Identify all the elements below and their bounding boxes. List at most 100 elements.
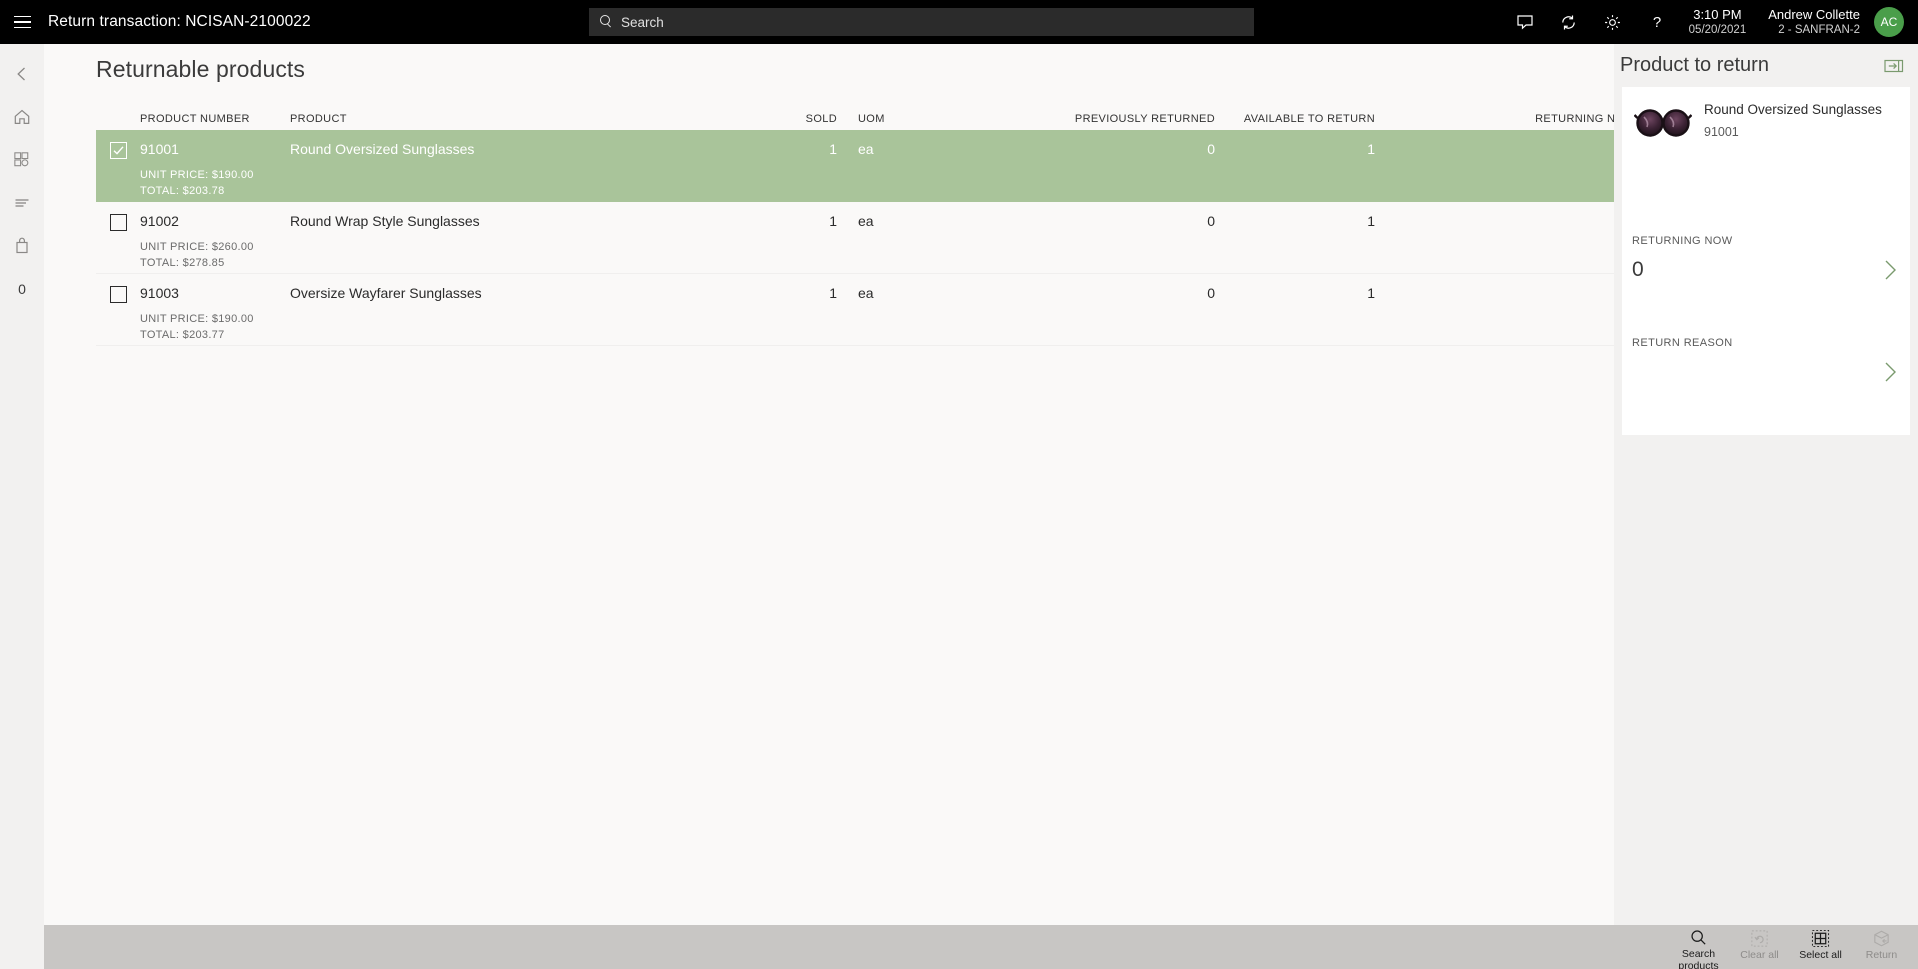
cell-previously-returned: 0 [965, 130, 1215, 202]
sold-value: 1 [829, 285, 837, 301]
settings-icon[interactable] [1591, 0, 1635, 44]
cell-sold: 1 [725, 130, 845, 202]
return-reason-label: RETURN REASON [1632, 337, 1733, 349]
previously-returned-value: 0 [1207, 141, 1215, 157]
hamburger-icon[interactable] [0, 0, 44, 44]
page-transaction-title: Return transaction: NCISAN-2100022 [48, 13, 311, 30]
row-checkbox[interactable] [109, 286, 127, 303]
row-checkbox[interactable] [109, 142, 127, 159]
pos-return-screen: Return transaction: NCISAN-2100022 Searc… [0, 0, 1918, 969]
panel-card: Round Oversized Sunglasses 91001 RETURNI… [1622, 87, 1910, 435]
price-details: UNIT PRICE: $190.00 TOTAL: $203.77 [140, 312, 290, 344]
cell-product: Oversize Wayfarer Sunglasses [290, 274, 725, 345]
returning-now-row[interactable]: 0 [1632, 251, 1900, 289]
search-products-label: Search products [1678, 948, 1719, 969]
row-checkbox-cell [96, 130, 140, 202]
cell-returning-now: 0 [1375, 202, 1635, 273]
bottom-action-bar: Search products Clear all Select all Ret… [44, 925, 1918, 969]
total-price: TOTAL: $203.78 [140, 184, 225, 197]
price-details: UNIT PRICE: $190.00 TOTAL: $203.78 [140, 168, 290, 200]
cell-product-number: 91001 UNIT PRICE: $190.00 TOTAL: $203.78 [140, 130, 290, 202]
available-to-return-value: 1 [1367, 285, 1375, 301]
left-navigation-rail: 0 [0, 44, 44, 925]
message-icon[interactable] [1503, 0, 1547, 44]
clear-icon [1750, 928, 1769, 948]
selected-product-name: Round Oversized Sunglasses [1704, 102, 1882, 117]
total-price: TOTAL: $203.77 [140, 328, 225, 341]
cell-available-to-return: 1 [1215, 274, 1375, 345]
home-icon[interactable] [0, 95, 44, 138]
returning-now-field: RETURNING NOW 0 [1632, 235, 1900, 289]
current-date: 05/20/2021 [1688, 23, 1747, 36]
previously-returned-value: 0 [1207, 213, 1215, 229]
search-icon [1689, 928, 1708, 947]
expand-panel-icon[interactable] [1884, 59, 1904, 73]
sync-icon[interactable] [1547, 0, 1591, 44]
header-previously-returned: PREVIOUSLY RETURNED [1074, 113, 1215, 125]
search-input[interactable]: Search [589, 8, 1254, 36]
returnable-products-grid: PRODUCT NUMBER PRODUCT SOLD UOM PREVIOUS… [96, 104, 1635, 346]
product-number-value: 91002 [140, 213, 179, 229]
cell-previously-returned: 0 [965, 274, 1215, 345]
cell-available-to-return: 1 [1215, 130, 1375, 202]
select-all-button[interactable]: Select all [1790, 925, 1851, 969]
table-row[interactable]: 91001 UNIT PRICE: $190.00 TOTAL: $203.78… [96, 130, 1635, 202]
cell-uom: ea [845, 202, 965, 273]
grid-header-row: PRODUCT NUMBER PRODUCT SOLD UOM PREVIOUS… [96, 104, 1635, 130]
panel-title: Product to return [1620, 54, 1769, 76]
products-icon[interactable] [0, 138, 44, 181]
returning-now-label: RETURNING NOW [1632, 235, 1733, 247]
selected-product-info: Round Oversized Sunglasses 91001 [1704, 99, 1882, 147]
search-products-button[interactable]: Search products [1668, 925, 1729, 969]
cell-available-to-return: 1 [1215, 202, 1375, 273]
cell-product-number: 91002 UNIT PRICE: $260.00 TOTAL: $278.85 [140, 202, 290, 273]
avatar[interactable]: AC [1874, 7, 1904, 37]
header-product-number: PRODUCT NUMBER [140, 113, 250, 125]
row-checkbox-cell [96, 202, 140, 273]
cell-returning-now: 0 [1375, 274, 1635, 345]
cell-sold: 1 [725, 274, 845, 345]
table-row[interactable]: 91003 UNIT PRICE: $190.00 TOTAL: $203.77… [96, 274, 1635, 346]
product-name-value: Oversize Wayfarer Sunglasses [290, 285, 482, 301]
returning-now-field-value: 0 [1632, 258, 1644, 281]
list-icon[interactable] [0, 181, 44, 224]
return-box-icon [1872, 928, 1891, 948]
chevron-right-icon[interactable] [1880, 359, 1900, 385]
cell-product-number: 91003 UNIT PRICE: $190.00 TOTAL: $203.77 [140, 274, 290, 345]
cart-count[interactable]: 0 [0, 267, 44, 310]
user-info[interactable]: Andrew Collette 2 - SANFRAN-2 [1768, 7, 1860, 38]
current-time: 3:10 PM [1693, 6, 1742, 22]
shopping-bag-icon[interactable] [0, 224, 44, 267]
user-name: Andrew Collette [1768, 6, 1860, 22]
available-to-return-value: 1 [1367, 213, 1375, 229]
help-icon[interactable]: ? [1635, 0, 1679, 44]
sold-value: 1 [829, 141, 837, 157]
topbar-right-cluster: ? 3:10 PM 05/20/2021 Andrew Collette 2 -… [1503, 0, 1918, 44]
cell-returning-now: 0 [1375, 130, 1635, 202]
previously-returned-value: 0 [1207, 285, 1215, 301]
selected-product: Round Oversized Sunglasses 91001 [1622, 87, 1910, 147]
header-product: PRODUCT [290, 113, 347, 125]
sold-value: 1 [829, 213, 837, 229]
row-checkbox[interactable] [109, 214, 127, 231]
unit-price: UNIT PRICE: $260.00 [140, 241, 254, 253]
back-arrow-icon[interactable] [0, 52, 44, 95]
product-to-return-panel: Product to return Round Oversized Sungla… [1614, 44, 1918, 925]
available-to-return-value: 1 [1367, 141, 1375, 157]
cell-product: Round Wrap Style Sunglasses [290, 202, 725, 273]
top-app-bar: Return transaction: NCISAN-2100022 Searc… [0, 0, 1918, 44]
selected-product-number: 91001 [1704, 125, 1739, 140]
svg-text:?: ? [1652, 14, 1660, 31]
unit-price: UNIT PRICE: $190.00 [140, 169, 254, 181]
chevron-right-icon[interactable] [1880, 257, 1900, 283]
uom-value: ea [858, 141, 874, 157]
user-store: 2 - SANFRAN-2 [1778, 23, 1860, 36]
table-row[interactable]: 91002 UNIT PRICE: $260.00 TOTAL: $278.85… [96, 202, 1635, 274]
clear-all-label: Clear all [1740, 949, 1779, 961]
cell-product: Round Oversized Sunglasses [290, 130, 725, 202]
product-name-value: Round Wrap Style Sunglasses [290, 213, 480, 229]
unit-price: UNIT PRICE: $190.00 [140, 313, 254, 325]
select-all-icon [1811, 928, 1830, 948]
select-all-label: Select all [1799, 949, 1842, 961]
return-reason-row[interactable] [1632, 353, 1900, 391]
